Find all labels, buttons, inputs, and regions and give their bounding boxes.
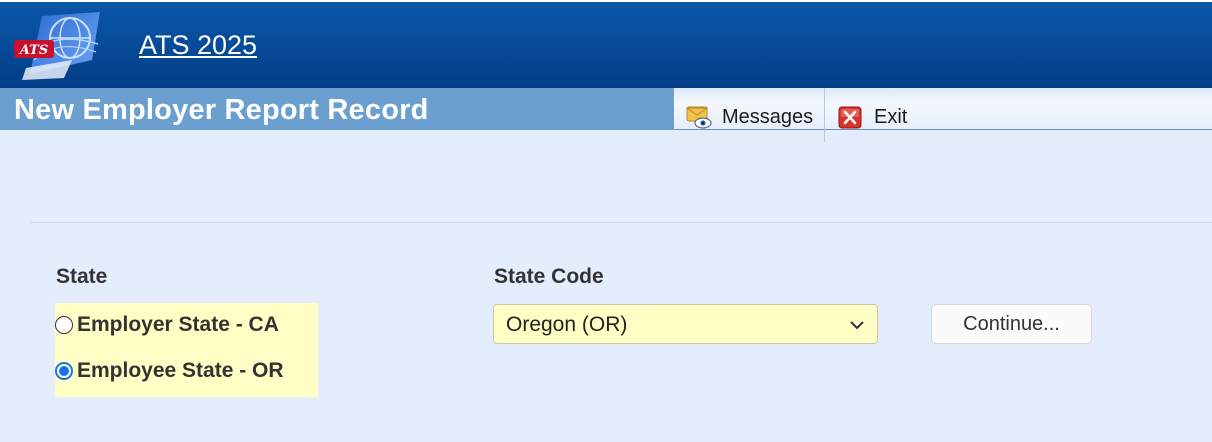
employer-state-radio[interactable] <box>55 316 73 334</box>
employee-state-label: Employee State - OR <box>77 359 284 382</box>
svg-text:ATS: ATS <box>18 43 48 58</box>
app-header: ATS ATS 2025 <box>0 2 1212 88</box>
toolbar-separator <box>824 88 825 142</box>
page-title-bar: New Employer Report Record <box>0 88 674 130</box>
employer-state-label: Employer State - CA <box>77 313 279 336</box>
state-radio-group: Employer State - CA Employee State - OR <box>55 303 318 397</box>
messages-icon <box>685 104 712 130</box>
continue-button[interactable]: Continue... <box>931 304 1092 344</box>
employee-state-radio[interactable] <box>55 362 73 380</box>
state-code-value: Oregon (OR) <box>506 313 628 336</box>
messages-button[interactable]: Messages <box>685 104 814 130</box>
exit-label: Exit <box>874 105 908 128</box>
employer-state-option[interactable]: Employer State - CA <box>55 307 279 343</box>
app-title-link[interactable]: ATS 2025 <box>139 30 257 61</box>
page-title: New Employer Report Record <box>14 94 429 126</box>
state-code-select[interactable]: Oregon (OR) <box>493 304 878 344</box>
state-code-label: State Code <box>494 265 604 288</box>
toolbar: Messages Exit <box>674 88 1212 142</box>
exit-button[interactable]: Exit <box>838 104 907 130</box>
exit-icon <box>838 104 864 130</box>
content-divider <box>30 222 1212 223</box>
state-label: State <box>56 265 108 288</box>
messages-label: Messages <box>722 105 814 128</box>
ats-logo: ATS <box>12 10 104 80</box>
employee-state-option[interactable]: Employee State - OR <box>55 353 284 389</box>
chevron-down-icon <box>849 317 865 333</box>
